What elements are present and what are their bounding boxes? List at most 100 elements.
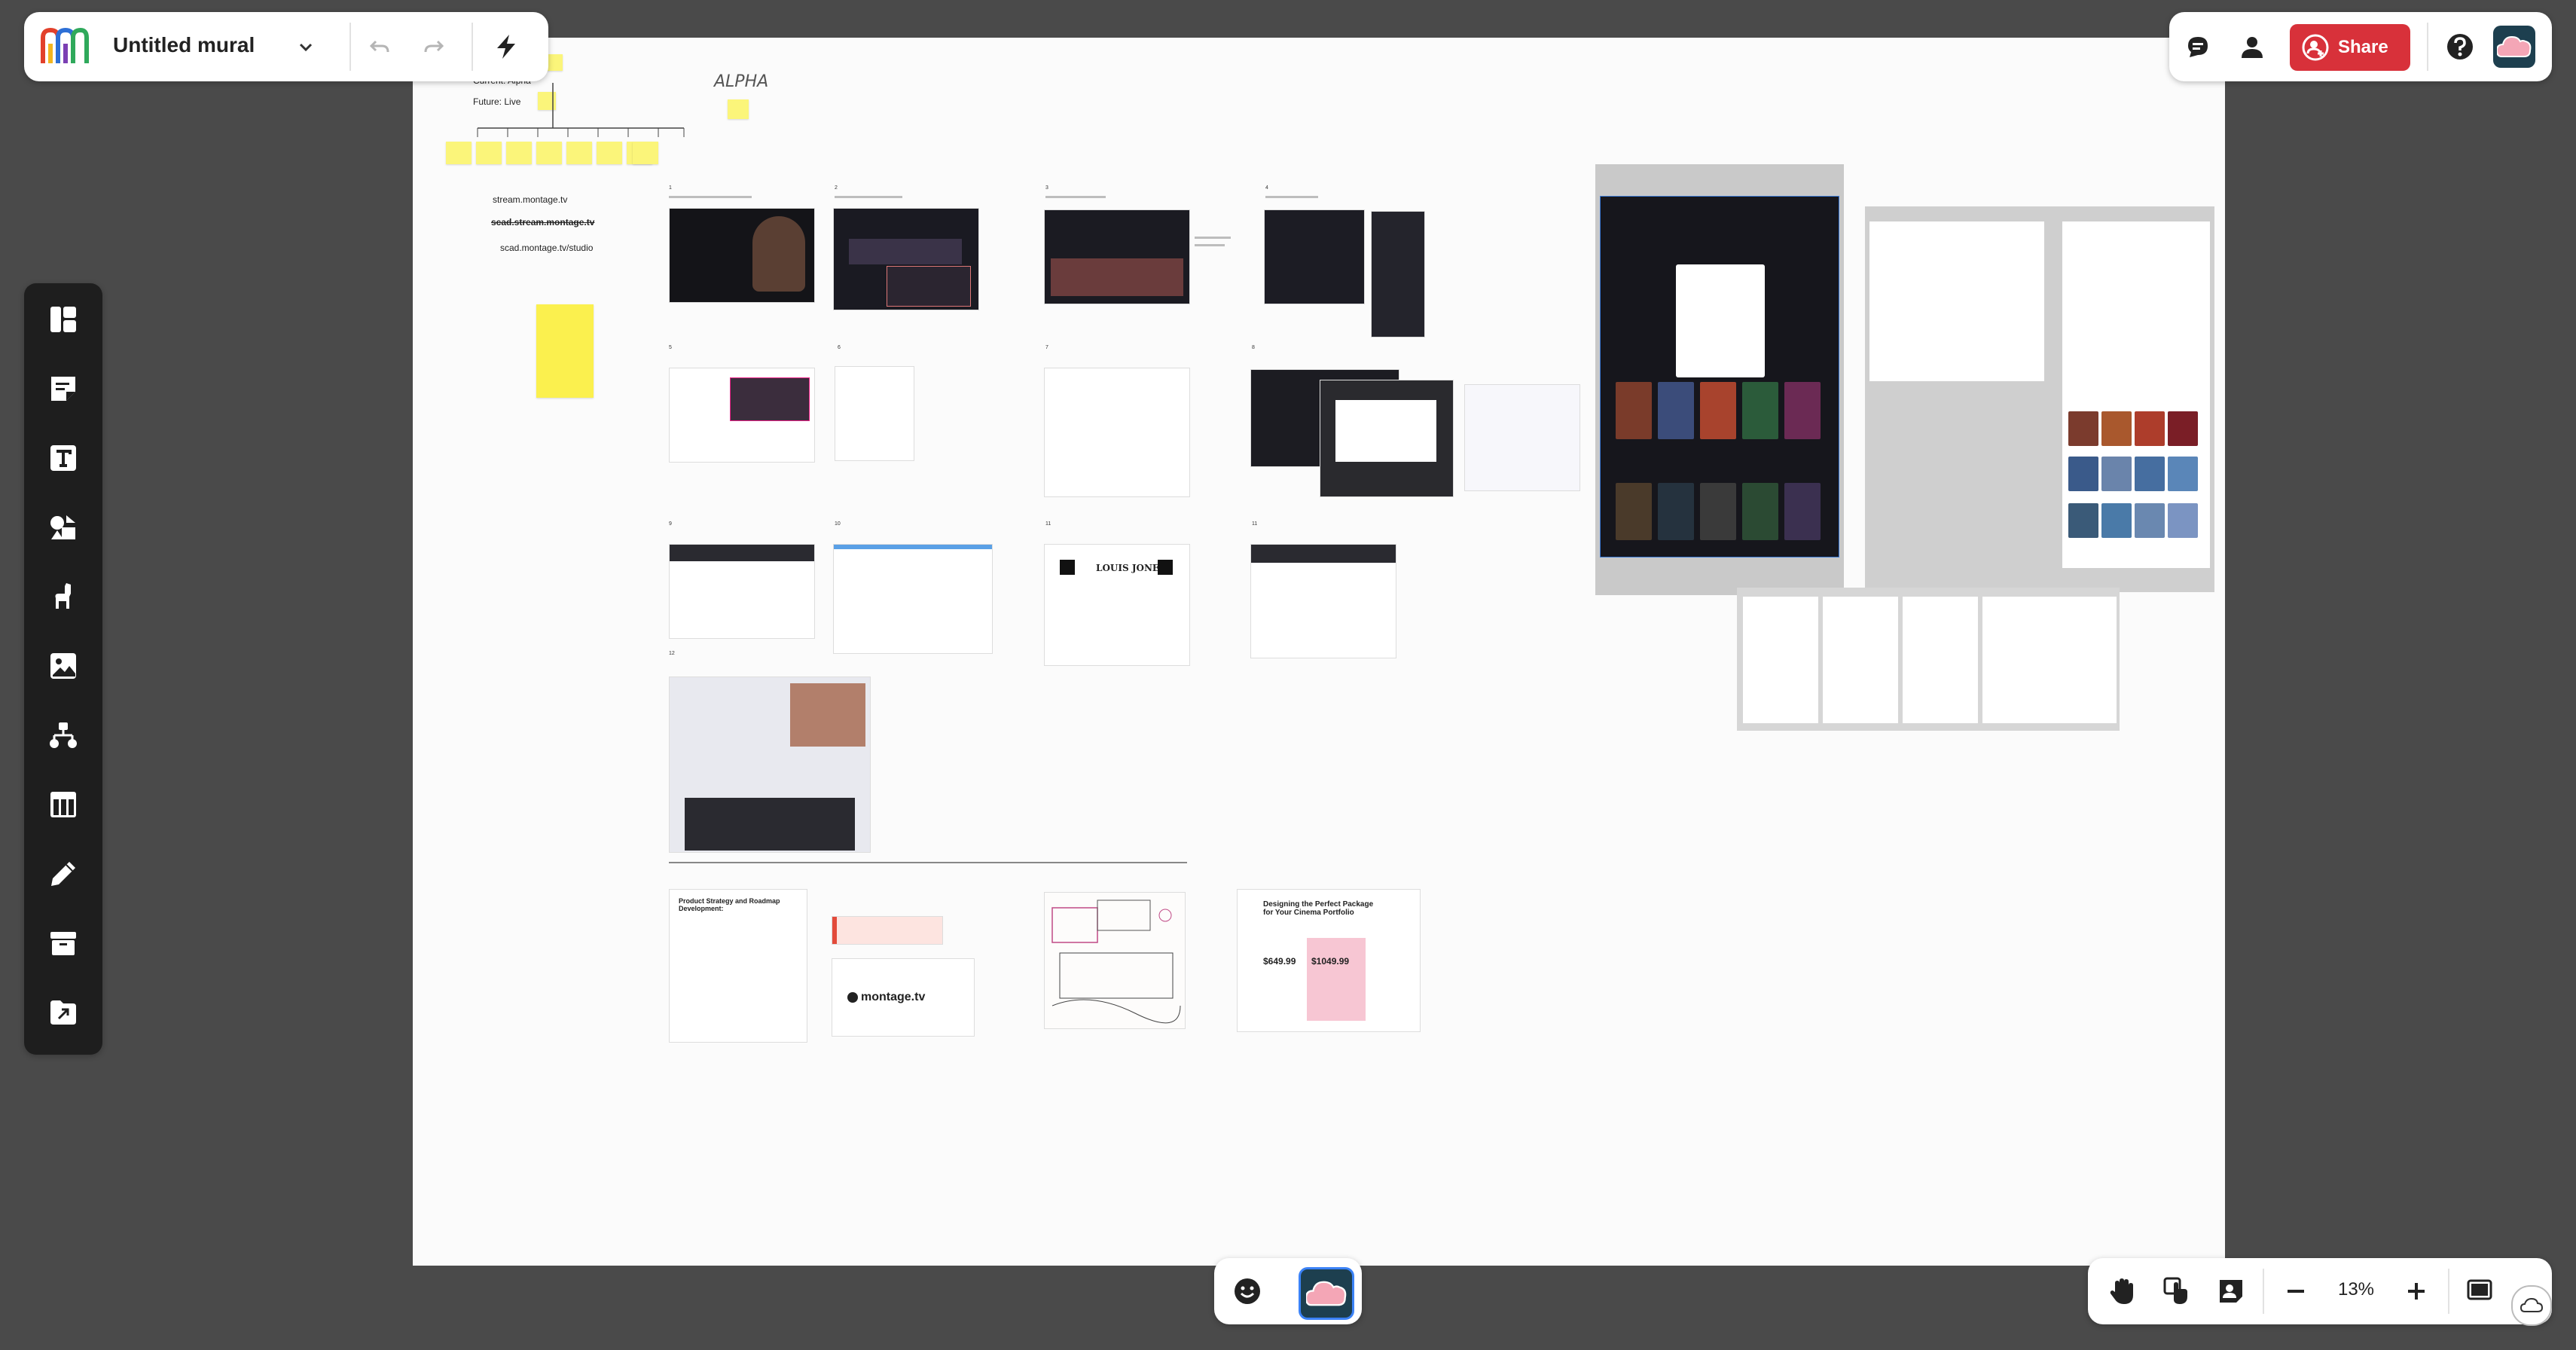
- sticky-note[interactable]: [476, 142, 502, 164]
- zoom-in-icon[interactable]: [2400, 1275, 2433, 1308]
- step-number: 11: [1252, 521, 1258, 527]
- llama-icon[interactable]: [47, 580, 80, 613]
- step-number: 4: [1265, 185, 1268, 191]
- screenshot-thumbnail[interactable]: [1371, 211, 1425, 338]
- sticky-note[interactable]: [446, 142, 472, 164]
- divider: [349, 23, 351, 71]
- step-number: 1: [669, 185, 672, 191]
- pricing-document[interactable]: Designing the Perfect Package for Your C…: [1237, 889, 1421, 1032]
- screenshot-thumbnail[interactable]: [1320, 380, 1454, 497]
- caption-line: [835, 196, 902, 198]
- left-toolbar: [24, 283, 102, 1055]
- logo-card[interactable]: montage.tv: [832, 958, 975, 1037]
- person-icon[interactable]: [2237, 32, 2267, 62]
- minimap-toggle[interactable]: [2511, 1285, 2552, 1326]
- zoom-out-icon[interactable]: [2279, 1275, 2312, 1308]
- bottom-right-toolbar: 13%: [2088, 1258, 2552, 1324]
- lightning-icon[interactable]: [490, 30, 523, 63]
- screenshot-thumbnail[interactable]: [1264, 209, 1365, 304]
- screenshot-thumbnail[interactable]: LOUIS JONES: [1044, 544, 1190, 666]
- share-label: Share: [2338, 37, 2388, 57]
- sketch-wireframe[interactable]: [1044, 892, 1186, 1029]
- screenshot-thumbnail[interactable]: [1044, 209, 1190, 304]
- emoji-icon[interactable]: [1231, 1275, 1264, 1308]
- mural-logo-icon[interactable]: [38, 26, 90, 68]
- url-stream[interactable]: stream.montage.tv: [493, 194, 567, 205]
- share-button[interactable]: Share: [2290, 24, 2410, 71]
- screenshot-thumbnail[interactable]: [833, 208, 979, 310]
- screenshot-thumbnail[interactable]: [1250, 544, 1396, 658]
- sticky-note[interactable]: [728, 99, 749, 119]
- step-number: 6: [838, 345, 841, 350]
- redo-icon[interactable]: [419, 32, 449, 62]
- step-number: 5: [669, 345, 672, 350]
- frame[interactable]: [1865, 206, 2214, 592]
- roadmap-document[interactable]: Product Strategy and Roadmap Development…: [669, 889, 807, 1043]
- import-icon[interactable]: [47, 996, 80, 1029]
- sticky-note[interactable]: [597, 142, 622, 164]
- screenshot-thumbnail[interactable]: [669, 544, 815, 639]
- sticky-note-icon[interactable]: [47, 372, 80, 405]
- step-number: 8: [1252, 345, 1255, 350]
- avatar[interactable]: [2493, 26, 2535, 68]
- screenshot-thumbnail[interactable]: [833, 544, 993, 654]
- mural-title[interactable]: Untitled mural: [113, 33, 255, 57]
- touch-select-icon[interactable]: [2160, 1275, 2193, 1308]
- screenshot-thumbnail[interactable]: [669, 208, 815, 303]
- shapes-icon[interactable]: [47, 511, 80, 544]
- modal-dialog[interactable]: [1676, 264, 1765, 377]
- image-icon[interactable]: [47, 649, 80, 683]
- undo-icon[interactable]: [365, 32, 395, 62]
- sticky-note[interactable]: [633, 142, 658, 164]
- hand-icon[interactable]: [2106, 1275, 2139, 1308]
- pricing-title: Designing the Perfect Package for Your C…: [1263, 900, 1374, 917]
- add-person-icon: [2302, 34, 2329, 61]
- screenshot-thumbnail[interactable]: [835, 366, 914, 461]
- top-right-toolbar: Share: [2169, 12, 2552, 81]
- notification-card[interactable]: [832, 916, 943, 945]
- table-icon[interactable]: [47, 788, 80, 821]
- divider: [472, 23, 473, 71]
- step-number: 11: [1045, 521, 1051, 527]
- frame[interactable]: [1595, 164, 1844, 595]
- caption-line: [669, 196, 752, 198]
- murally-icon[interactable]: [1299, 1267, 1354, 1320]
- divider: [2427, 23, 2428, 71]
- url-scad-studio[interactable]: scad.montage.tv/studio: [500, 243, 593, 253]
- pen-icon[interactable]: [47, 857, 80, 890]
- screenshot-thumbnail[interactable]: [1464, 384, 1580, 491]
- url-scad-strikethrough[interactable]: scad.stream.montage.tv: [491, 217, 594, 228]
- caption-line: [1265, 196, 1318, 198]
- outline-view-icon[interactable]: [2465, 1275, 2498, 1308]
- sticky-note[interactable]: [566, 142, 592, 164]
- streaming-screenshot[interactable]: [1600, 196, 1839, 557]
- mural-canvas[interactable]: ALPHA Current: Alpha Future: Live stream…: [413, 38, 2225, 1266]
- zoom-level[interactable]: 13%: [2324, 1279, 2388, 1300]
- caption-line: [1195, 244, 1225, 246]
- sketch-drawing: [1051, 899, 1181, 1024]
- sticky-note[interactable]: [536, 304, 594, 398]
- templates-icon[interactable]: [47, 303, 80, 336]
- step-number: 9: [669, 521, 672, 527]
- price-a: $649.99: [1263, 956, 1296, 967]
- chevron-down-icon[interactable]: [292, 33, 319, 60]
- private-mode-icon[interactable]: [2214, 1275, 2248, 1308]
- screenshot-thumbnail[interactable]: [669, 677, 871, 853]
- archive-icon[interactable]: [47, 927, 80, 960]
- screenshot-thumbnail[interactable]: [669, 368, 815, 463]
- film-poster-title: LOUIS JONES: [1096, 563, 1166, 573]
- step-number: 10: [835, 521, 841, 527]
- divider: [2263, 1269, 2264, 1314]
- text-icon[interactable]: [47, 441, 80, 475]
- diagram-icon[interactable]: [47, 719, 80, 752]
- caption-line: [1045, 196, 1106, 198]
- frame[interactable]: [1737, 588, 2120, 731]
- step-number: 7: [1045, 345, 1048, 350]
- help-icon[interactable]: [2443, 30, 2477, 63]
- step-number: 2: [835, 185, 838, 191]
- roadmap-title: Product Strategy and Roadmap Development…: [679, 897, 780, 912]
- sticky-note[interactable]: [536, 142, 562, 164]
- screenshot-thumbnail[interactable]: [1044, 368, 1190, 497]
- sticky-note[interactable]: [506, 142, 532, 164]
- comment-icon[interactable]: [2183, 32, 2213, 62]
